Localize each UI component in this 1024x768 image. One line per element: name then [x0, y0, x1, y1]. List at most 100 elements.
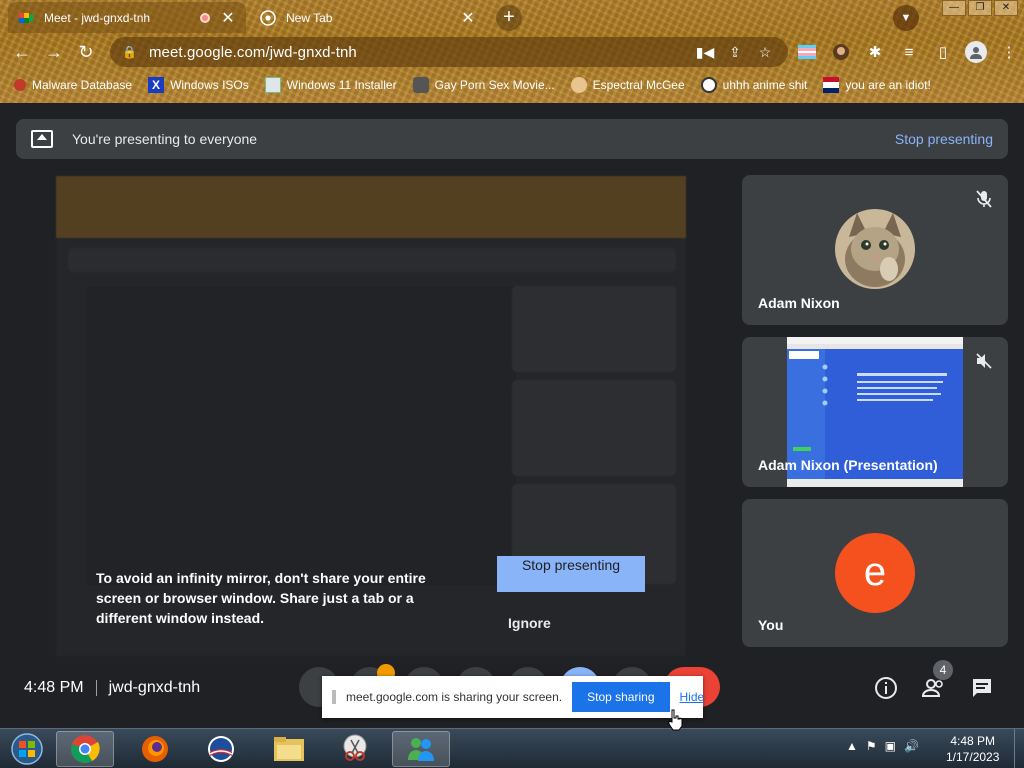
- taskbar-snipping-tool[interactable]: [326, 731, 384, 767]
- side-panel-icon[interactable]: ▯: [931, 40, 955, 64]
- participant-name: Adam Nixon (Presentation): [758, 457, 938, 473]
- bookmark-item[interactable]: Windows 11 Installer: [264, 77, 397, 93]
- tab-title: New Tab: [286, 10, 333, 25]
- bookmarks-bar: Malware Database X Windows ISOs Windows …: [0, 72, 1024, 98]
- chrome-favicon-icon: [260, 9, 276, 26]
- bookmark-label: uhhh anime shit: [722, 78, 808, 92]
- taskbar-file-explorer[interactable]: [260, 731, 318, 767]
- mirrored-tile: [512, 286, 676, 372]
- ignore-button[interactable]: Ignore: [508, 615, 551, 631]
- reload-icon[interactable]: ↻: [74, 40, 98, 64]
- tab-search-chevron-icon[interactable]: ▼: [893, 5, 919, 31]
- media-queue-icon[interactable]: ≡: [897, 40, 921, 64]
- bookmark-favicon-icon: [14, 79, 26, 91]
- minimize-button[interactable]: —: [942, 0, 966, 16]
- start-orb-icon[interactable]: [6, 732, 48, 766]
- taskbar-firefox[interactable]: [126, 731, 184, 767]
- bookmark-item[interactable]: Malware Database: [14, 78, 132, 92]
- participant-name: Adam Nixon: [758, 295, 840, 311]
- back-arrow-icon[interactable]: ←: [10, 40, 34, 64]
- taskbar-date: 1/17/2023: [946, 750, 1000, 764]
- meet-page: You're presenting to everyone Stop prese…: [0, 103, 1024, 728]
- x-favicon-icon: X: [148, 77, 165, 93]
- tray-expand-icon[interactable]: ▲: [846, 739, 858, 753]
- action-center-flag-icon[interactable]: ⚑: [866, 739, 877, 753]
- scissors-icon: [343, 734, 367, 761]
- bookmark-label: Espectral McGee: [592, 78, 685, 92]
- tab-new-tab[interactable]: New Tab ✕: [250, 2, 486, 33]
- flag-favicon-icon: [823, 77, 840, 93]
- recording-indicator-icon: [200, 12, 210, 23]
- tab-meet[interactable]: Meet - jwd-gnxd-tnh ✕: [8, 2, 246, 33]
- mirrored-banner: [68, 248, 676, 272]
- taskbar-chrome[interactable]: [56, 731, 114, 767]
- stop-sharing-button[interactable]: Stop sharing: [572, 682, 670, 712]
- divider: [95, 680, 97, 696]
- folder-icon: [274, 737, 304, 761]
- presentation-tile[interactable]: Adam Nixon (Presentation): [742, 337, 1008, 487]
- share-icon[interactable]: ⇪: [724, 44, 746, 61]
- restore-button[interactable]: ❐: [968, 0, 992, 16]
- avatar-extension-icon[interactable]: [829, 40, 853, 64]
- address-bar[interactable]: 🔒 meet.google.com/jwd-gnxd-tnh ▮◀ ⇪ ☆: [110, 37, 788, 67]
- hide-link[interactable]: Hide: [680, 690, 705, 704]
- bookmark-star-icon[interactable]: ☆: [754, 44, 776, 61]
- site-favicon-icon: [412, 77, 429, 93]
- windows-taskbar: ▲ ⚑ ▣ 🔊 4:48 PM 1/17/2023: [0, 728, 1024, 768]
- sharing-message: meet.google.com is sharing your screen.: [346, 690, 563, 704]
- profile-avatar-icon[interactable]: [965, 41, 987, 63]
- stop-presenting-link[interactable]: Stop presenting: [895, 131, 993, 147]
- participant-name: You: [758, 617, 784, 633]
- flag-extension-icon[interactable]: [795, 40, 819, 64]
- participant-avatar: [835, 209, 915, 289]
- mirrored-tile: [512, 380, 676, 476]
- bookmark-label: Windows ISOs: [170, 78, 249, 92]
- present-screen-icon: [31, 130, 53, 148]
- self-avatar: e: [835, 533, 915, 613]
- firefox-icon: [142, 736, 168, 762]
- tab-strip: Meet - jwd-gnxd-tnh ✕ New Tab ✕ + ▼ — ❐ …: [0, 0, 1024, 34]
- window-controls: — ❐ ✕: [942, 0, 1018, 16]
- network-icon[interactable]: ▣: [885, 739, 896, 753]
- messenger-buddies-icon: [408, 738, 434, 761]
- new-tab-button[interactable]: +: [496, 5, 522, 31]
- puzzle-extensions-icon[interactable]: ✱: [863, 40, 887, 64]
- taskbar-clock[interactable]: 4:48 PM 1/17/2023: [946, 733, 999, 765]
- drag-handle-icon[interactable]: [332, 690, 336, 704]
- bookmark-item[interactable]: uhhh anime shit: [700, 77, 808, 93]
- close-window-button[interactable]: ✕: [994, 0, 1018, 16]
- taskbar-time: 4:48 PM: [950, 734, 996, 748]
- presenting-banner: You're presenting to everyone Stop prese…: [16, 119, 1008, 159]
- bookmark-item[interactable]: you are an idiot!: [823, 77, 931, 93]
- chrome-icon: [71, 735, 100, 763]
- character-favicon-icon: [570, 77, 587, 93]
- bookmark-label: Windows 11 Installer: [286, 78, 397, 92]
- meeting-code: jwd-gnxd-tnh: [108, 679, 201, 696]
- chat-icon[interactable]: [970, 676, 994, 700]
- forward-arrow-icon[interactable]: →: [42, 40, 66, 64]
- bookmark-label: Malware Database: [32, 78, 133, 92]
- bookmark-label: you are an idiot!: [845, 78, 931, 92]
- taskbar-campaign-app[interactable]: [192, 731, 250, 767]
- mirrored-browser-chrome: [56, 176, 686, 238]
- close-tab-icon[interactable]: ✕: [220, 8, 236, 28]
- close-tab-icon[interactable]: ✕: [460, 8, 476, 28]
- stop-presenting-button[interactable]: Stop presenting: [497, 556, 645, 592]
- taskbar-messenger[interactable]: [392, 731, 450, 767]
- presenting-status-text: You're presenting to everyone: [72, 131, 258, 147]
- bookmark-item[interactable]: X Windows ISOs: [148, 77, 249, 93]
- more-menu-icon[interactable]: ⋮: [997, 40, 1021, 64]
- hand-cursor-icon: [668, 709, 683, 731]
- meet-favicon-icon: [19, 12, 33, 23]
- self-tile[interactable]: e You: [742, 499, 1008, 647]
- volume-icon[interactable]: 🔊: [904, 739, 919, 753]
- show-desktop-button[interactable]: [1014, 729, 1024, 768]
- bookmark-item[interactable]: Espectral McGee: [570, 77, 685, 93]
- meeting-details-icon[interactable]: [874, 676, 898, 700]
- participant-tile[interactable]: Adam Nixon: [742, 175, 1008, 325]
- camera-in-use-icon[interactable]: ▮◀: [694, 44, 716, 61]
- meeting-time: 4:48 PM: [24, 679, 84, 696]
- bookmark-item[interactable]: Gay Porn Sex Movie...: [412, 77, 555, 93]
- extension-icons: ✱ ≡ ▯ ⋮: [795, 40, 1021, 64]
- audio-off-icon: [976, 353, 992, 369]
